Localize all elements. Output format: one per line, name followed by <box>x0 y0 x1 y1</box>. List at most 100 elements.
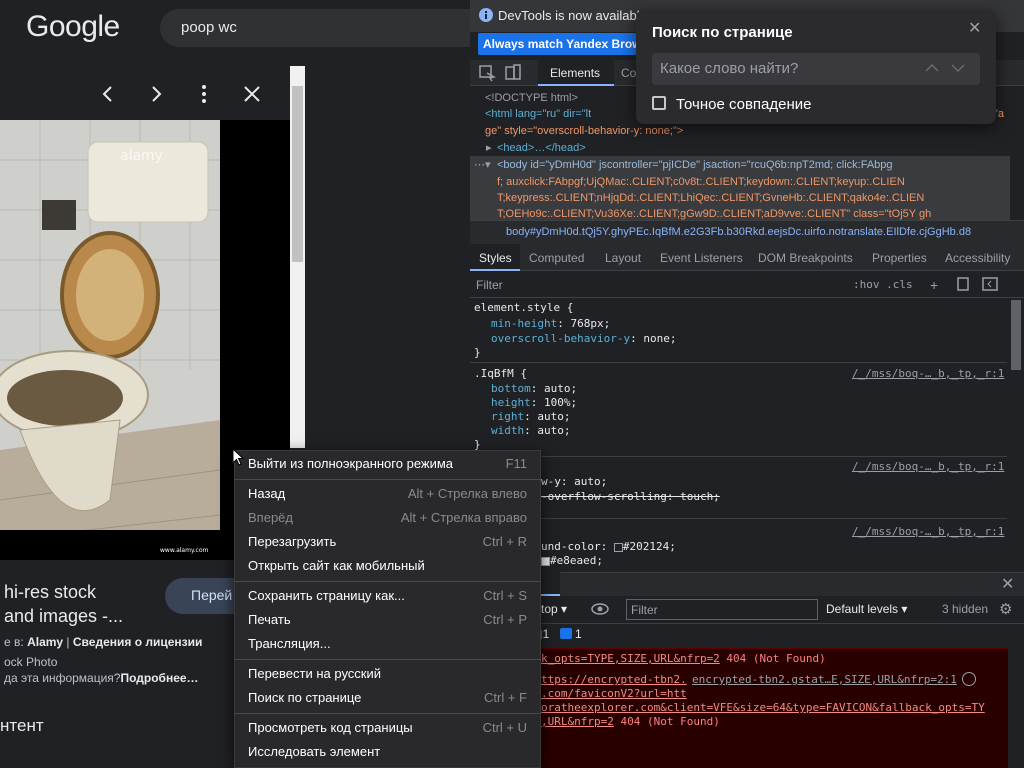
device-toolbar-icon[interactable] <box>504 64 522 82</box>
info-message-icon[interactable] <box>560 628 572 639</box>
menu-shortcut: F11 <box>505 456 527 471</box>
error-url[interactable]: ttps://encrypted-tbn2. <box>541 672 687 687</box>
subtab-accessibility[interactable]: Accessibility <box>945 251 1010 265</box>
css-property[interactable]: width: auto; <box>491 423 571 438</box>
tab-console[interactable]: Co <box>621 66 636 80</box>
css-prop-name: min-height <box>491 317 558 330</box>
panel-scrollbar-thumb[interactable] <box>292 86 303 262</box>
source-prefix: е в: <box>4 635 28 649</box>
rule-element-style-selector[interactable]: element.style { <box>474 300 573 315</box>
error-url[interactable]: ,URL&nfrp=2 <box>541 715 614 728</box>
menu-item-open-mobile[interactable]: Открыть сайт как мобильный <box>248 558 425 573</box>
styles-scrollbar-thumb[interactable] <box>1011 300 1021 370</box>
mouse-cursor-icon <box>232 448 244 466</box>
hidden-count: 3 hidden <box>942 602 989 616</box>
subtab-dom-breakpoints[interactable]: DOM Breakpoints <box>758 251 853 265</box>
rule-source-link[interactable]: /_/mss/boq-…_b,_tp,_r:1 <box>852 366 1004 381</box>
css-property[interactable]: min-height: 768px; <box>491 316 610 331</box>
css-property[interactable]: overscroll-behavior-y: none; <box>491 331 676 346</box>
styles-filter-input[interactable]: Filter <box>470 272 1024 298</box>
rule-close-brace: } <box>474 346 481 359</box>
chevron-right-icon[interactable] <box>144 82 168 106</box>
computed-styles-icon[interactable] <box>956 277 970 291</box>
content-heading: нтент <box>0 716 44 735</box>
chevron-left-icon[interactable] <box>96 82 120 106</box>
tab-elements[interactable]: Elements <box>538 60 614 86</box>
dom-body-line1[interactable]: <body id="yDmH0d" jscontroller="pjICDe" … <box>497 157 893 173</box>
console-filter-input[interactable]: Filter <box>626 599 818 620</box>
dom-doctype[interactable]: <!DOCTYPE html> <box>485 90 578 106</box>
css-property[interactable]: right: auto; <box>491 409 571 424</box>
google-logo[interactable]: Google <box>26 10 120 44</box>
css-prop-value: auto; <box>537 410 571 423</box>
breadcrumb[interactable]: body#yDmH0d.tQj5Y.ghyPEc.IqBfM.e2G3Fb.b3… <box>470 220 1024 244</box>
subtab-properties[interactable]: Properties <box>872 251 927 265</box>
css-property[interactable]: bottom: auto; <box>491 381 577 396</box>
error-source-link[interactable]: encrypted-tbn2.gstat…E,SIZE,URL&nfrp=2:1 <box>692 672 957 687</box>
menu-separator <box>234 479 541 480</box>
dom-body-expand-icon[interactable]: ⋯▾ <box>474 157 491 173</box>
menu-item-back[interactable]: Назад <box>248 486 285 501</box>
error-url-cont[interactable]: oratheexplorer.com&client=VFE&size=64&ty… <box>541 700 985 715</box>
log-levels-label: Default levels <box>826 602 899 616</box>
source-link[interactable]: Alamy <box>27 635 63 649</box>
subtab-event-listeners[interactable]: Event Listeners <box>660 251 743 265</box>
menu-item-reload[interactable]: Перезагрузить <box>248 534 336 549</box>
color-swatch[interactable] <box>541 556 550 566</box>
error-url[interactable]: k_opts=TYPE,SIZE,URL&nfrp=2 <box>541 652 720 665</box>
css-property-overridden[interactable]: -overflow-scrolling: touch; <box>541 489 720 504</box>
subtab-computed[interactable]: Computed <box>529 251 584 265</box>
console-error-row[interactable]: k_opts=TYPE,SIZE,URL&nfrp=2 404 (Not Fou… <box>541 651 826 666</box>
dom-html-open[interactable]: <html lang="ru" dir="lt <box>485 106 591 122</box>
menu-item-translate[interactable]: Перевести на русский <box>248 666 381 681</box>
rule-iqbfm-selector[interactable]: .IqBfM { <box>474 366 527 381</box>
toggle-sidebar-icon[interactable] <box>982 277 998 291</box>
exact-match-checkbox[interactable] <box>652 96 666 110</box>
rule-source-link[interactable]: /_/mss/boq-…_b,_tp,_r:1 <box>852 524 1004 539</box>
console-error-row[interactable]: ,URL&nfrp=2 404 (Not Found) <box>541 714 720 729</box>
css-property[interactable]: und-color: #202124; <box>541 539 676 554</box>
dom-body-line2: f; auxclick:FAbpgf;UjQMac:.CLIENT;c0v8t:… <box>497 176 905 188</box>
close-drawer-icon[interactable]: ✕ <box>1001 574 1014 594</box>
search-input[interactable]: poop wc <box>160 9 470 47</box>
console-settings-gear-icon[interactable]: ⚙ <box>999 600 1012 618</box>
dom-head[interactable]: <head>…</head> <box>497 140 586 156</box>
inspect-element-icon[interactable] <box>478 64 496 82</box>
css-property[interactable]: w-y: auto; <box>541 474 607 489</box>
css-property[interactable]: #e8eaed; <box>541 553 603 568</box>
license-link[interactable]: Сведения о лицензии <box>73 635 203 649</box>
close-icon[interactable] <box>240 82 264 106</box>
subtab-styles[interactable]: Styles <box>470 244 520 271</box>
always-match-button[interactable]: Always match Yandex Brows <box>478 33 648 55</box>
rule-source-link[interactable]: /_/mss/boq-…_b,_tp,_r:1 <box>852 459 1004 474</box>
log-levels-dropdown[interactable]: Default levels ▾ <box>826 602 907 616</box>
more-vert-icon[interactable] <box>192 82 216 106</box>
dom-head-expand-icon[interactable]: ▸ <box>486 140 492 156</box>
menu-item-inspect[interactable]: Исследовать элемент <box>248 744 380 759</box>
live-expression-eye-icon[interactable] <box>591 602 609 616</box>
console-scrollbar[interactable] <box>1008 648 1024 768</box>
info-count: 1 <box>575 627 582 641</box>
watermark: alamy <box>120 148 163 164</box>
dom-body-line3: T;keypress:.CLIENT;nHjqDd:.CLIENT;LhiQec… <box>497 192 925 204</box>
menu-item-print[interactable]: Печать <box>248 612 291 627</box>
subtab-layout[interactable]: Layout <box>605 251 641 265</box>
find-next-icon[interactable] <box>950 62 966 74</box>
close-icon[interactable]: ✕ <box>968 18 981 38</box>
result-source-line: е в: Alamy | Сведения о лицензии <box>4 635 202 649</box>
context-selector[interactable]: top ▾ <box>541 602 567 616</box>
find-prev-icon[interactable] <box>924 62 940 74</box>
network-request-icon[interactable] <box>962 672 976 686</box>
color-swatch[interactable] <box>613 542 623 552</box>
exact-match-label[interactable]: Точное совпадение <box>676 96 812 113</box>
css-property[interactable]: height: 100%; <box>491 395 577 410</box>
preview-image[interactable]: alamy www.alamy.com <box>0 120 220 560</box>
error-url-cont[interactable]: .com/faviconV2?url=htt <box>541 686 687 701</box>
more-link[interactable]: Подробнее… <box>120 671 198 685</box>
visit-button[interactable]: Перей <box>165 578 245 614</box>
error-status: 404 (Not Found) <box>613 715 720 728</box>
menu-item-cast[interactable]: Трансляция... <box>248 636 331 651</box>
css-prop-value: #202124; <box>622 540 676 553</box>
new-rule-icon[interactable]: + <box>930 277 938 293</box>
hov-cls-toggles[interactable]: :hov .cls <box>853 278 913 291</box>
